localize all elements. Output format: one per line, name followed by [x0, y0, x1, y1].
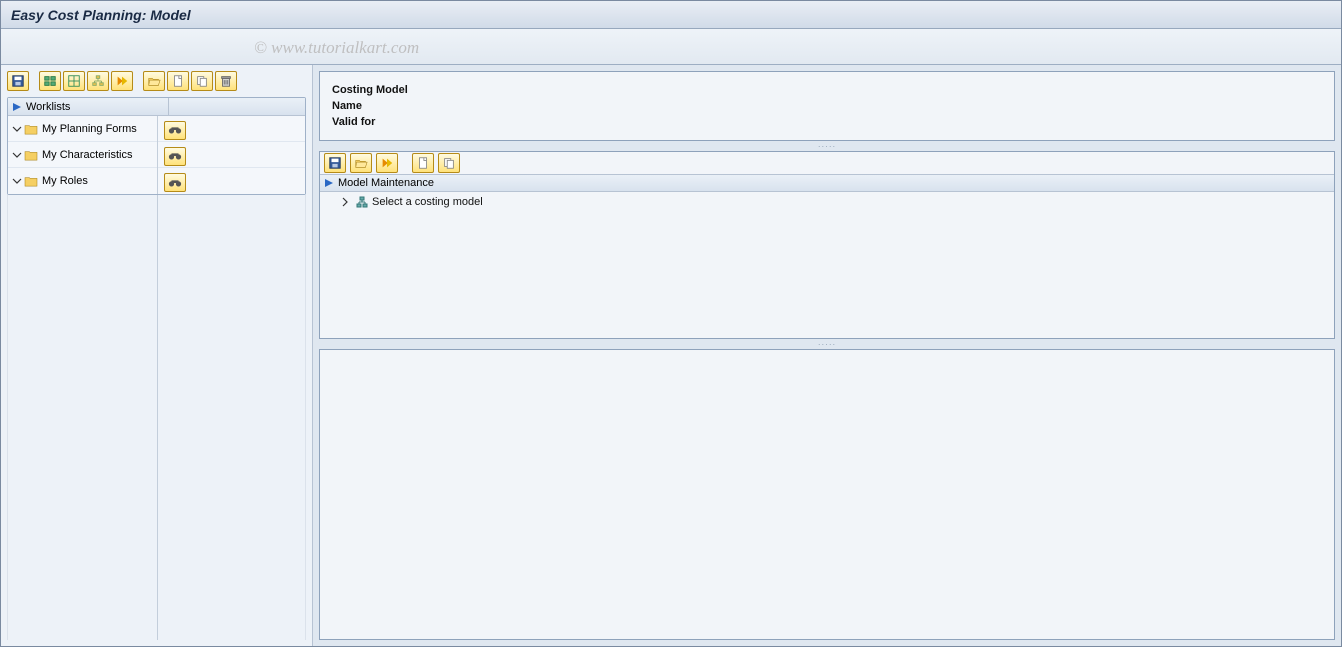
label-valid-for: Valid for: [332, 114, 1322, 130]
label-name: Name: [332, 98, 1322, 114]
tree-item-select-model[interactable]: Select a costing model: [328, 196, 1326, 208]
expand-toggle-icon[interactable]: [12, 150, 22, 160]
sidebar-fill: [7, 195, 306, 640]
next-button[interactable]: [111, 71, 133, 91]
worklist-item-label: My Characteristics: [42, 149, 132, 161]
hierarchy-node-icon: [356, 196, 368, 208]
worklists-panel: Worklists My Planning Forms My Character…: [7, 97, 306, 195]
model-maintenance-panel: Model Maintenance Select a costing model: [319, 151, 1335, 339]
bottom-empty-panel: [319, 349, 1335, 640]
copy-button[interactable]: [191, 71, 213, 91]
model-copy-button[interactable]: [438, 153, 460, 173]
splitter-handle[interactable]: ·····: [319, 143, 1335, 149]
binoculars-icon: [168, 124, 182, 136]
arrow-right-icon: [324, 178, 334, 188]
save-icon: [11, 74, 25, 88]
binoculars-icon: [168, 150, 182, 162]
worklists-header: Worklists: [8, 98, 305, 116]
app-header-strip: © www.tutorialkart.com: [1, 29, 1341, 65]
worklist-item-roles[interactable]: My Roles: [8, 168, 157, 194]
worklist-action-cell: [158, 142, 306, 168]
worklist-action-cell: [158, 116, 306, 142]
search-roles-button[interactable]: [164, 173, 186, 192]
forward-icon: [380, 156, 394, 170]
label-costing-model: Costing Model: [332, 82, 1322, 98]
sidebar-toolbar: [7, 71, 306, 91]
worklists-header-label: Worklists: [8, 98, 169, 115]
detail-header-panel: Costing Model Name Valid for: [319, 71, 1335, 141]
worklist-item-characteristics[interactable]: My Characteristics: [8, 142, 157, 168]
hierarchy-button[interactable]: [87, 71, 109, 91]
search-planning-forms-button[interactable]: [164, 121, 186, 140]
grid-icon: [67, 74, 81, 88]
model-maintenance-header-label: Model Maintenance: [338, 177, 434, 189]
splitter-handle[interactable]: ·····: [319, 341, 1335, 347]
copy-icon: [442, 156, 456, 170]
tree-item-label: Select a costing model: [372, 196, 483, 208]
new-doc-icon: [171, 74, 185, 88]
search-characteristics-button[interactable]: [164, 147, 186, 166]
worklist-item-label: My Planning Forms: [42, 123, 137, 135]
layout1-button[interactable]: [39, 71, 61, 91]
model-maintenance-header: Model Maintenance: [320, 174, 1334, 192]
new-doc-icon: [416, 156, 430, 170]
open-folder-icon: [354, 156, 368, 170]
main-area: Costing Model Name Valid for ·····: [313, 65, 1341, 646]
open-button[interactable]: [143, 71, 165, 91]
worklists-header-col2: [169, 98, 305, 115]
layout2-button[interactable]: [63, 71, 85, 91]
worklist-item-planning-forms[interactable]: My Planning Forms: [8, 116, 157, 142]
folder-icon: [24, 175, 38, 187]
model-tree-body: Select a costing model: [320, 192, 1334, 338]
worklist-action-cell: [158, 168, 306, 194]
folder-icon: [24, 149, 38, 161]
window-title-bar: Easy Cost Planning: Model: [1, 1, 1341, 29]
open-folder-icon: [147, 74, 161, 88]
model-forward-button[interactable]: [376, 153, 398, 173]
arrow-right-icon: [12, 102, 22, 112]
save-button[interactable]: [7, 71, 29, 91]
left-sidebar: Worklists My Planning Forms My Character…: [1, 65, 313, 646]
watermark-text: © www.tutorialkart.com: [254, 38, 419, 58]
worklist-item-label: My Roles: [42, 175, 88, 187]
new-button[interactable]: [167, 71, 189, 91]
model-toolbar: [320, 152, 1334, 174]
trash-icon: [219, 74, 233, 88]
binoculars-icon: [168, 177, 182, 189]
model-open-button[interactable]: [350, 153, 372, 173]
expand-toggle-icon[interactable]: [12, 176, 22, 186]
hierarchy-icon: [91, 74, 105, 88]
delete-button[interactable]: [215, 71, 237, 91]
expand-toggle-icon[interactable]: [340, 197, 350, 207]
copy-icon: [195, 74, 209, 88]
model-save-button[interactable]: [324, 153, 346, 173]
save-icon: [328, 156, 342, 170]
model-new-button[interactable]: [412, 153, 434, 173]
forward-icon: [115, 74, 129, 88]
layout-icon: [43, 74, 57, 88]
folder-icon: [24, 123, 38, 135]
expand-toggle-icon[interactable]: [12, 124, 22, 134]
window-title: Easy Cost Planning: Model: [11, 7, 191, 23]
